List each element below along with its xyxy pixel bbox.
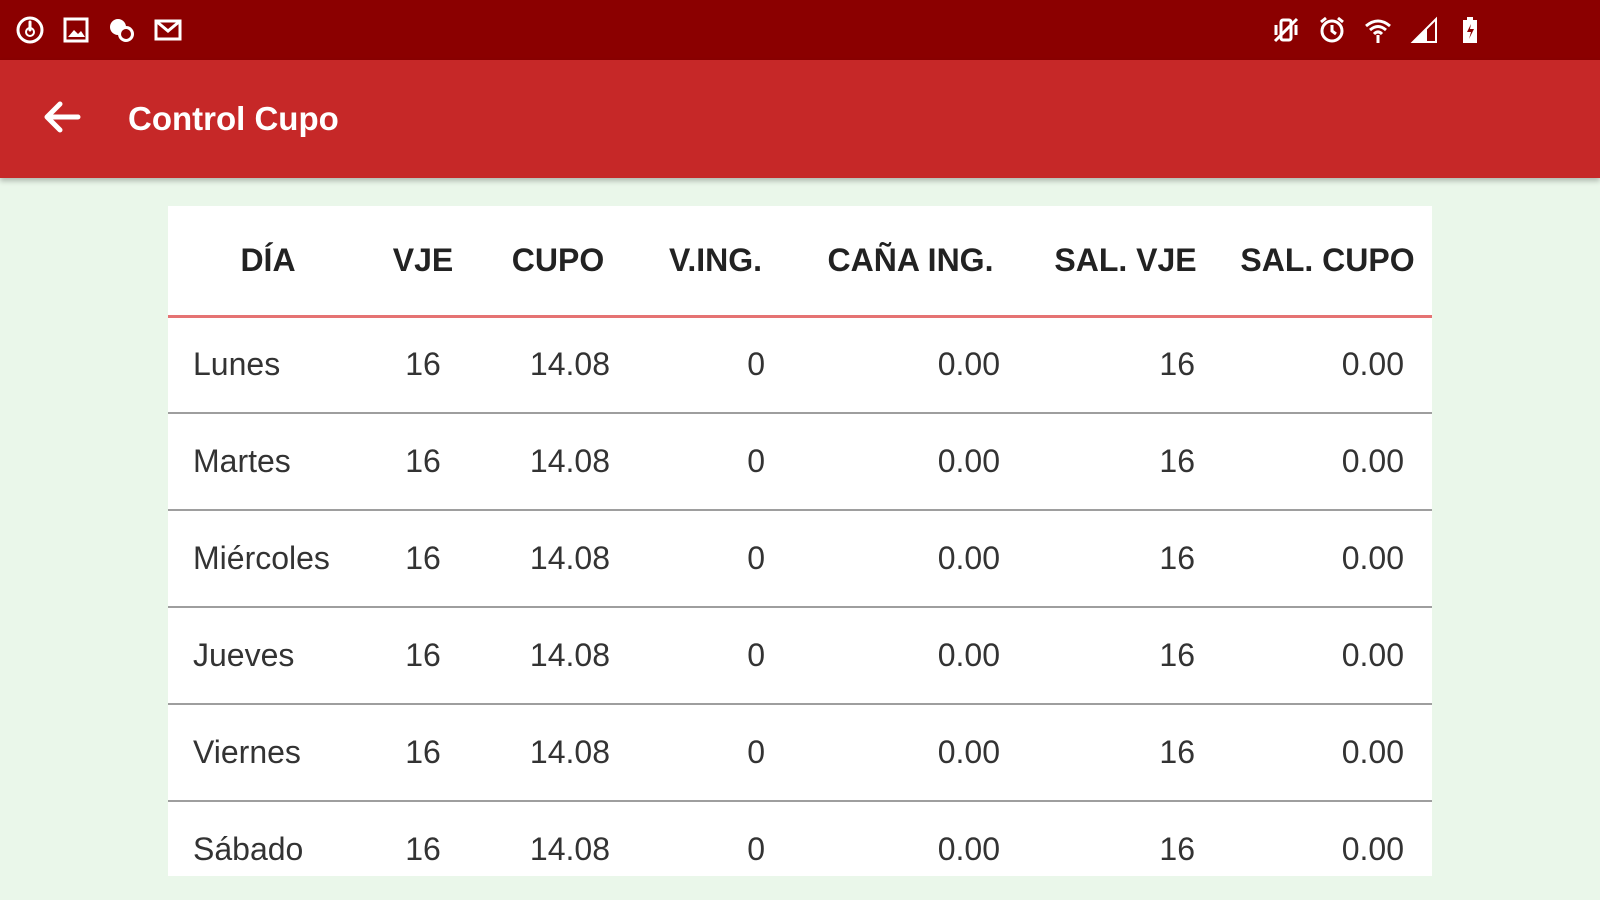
- cell-cana-ing: 0.00: [793, 413, 1028, 511]
- cell-sal-vje: 16: [1028, 413, 1223, 511]
- cell-dia: Viernes: [168, 704, 368, 802]
- cell-cupo: 14.08: [478, 704, 638, 802]
- status-right-icons: [1270, 14, 1486, 46]
- table-row[interactable]: Miércoles 16 14.08 0 0.00 16 0.00: [168, 510, 1432, 608]
- vibrate-icon: [1270, 14, 1302, 46]
- cell-dia: Martes: [168, 413, 368, 511]
- cell-v-ing: 0: [638, 704, 793, 802]
- cell-sal-vje: 16: [1028, 316, 1223, 414]
- cupo-table-card: DÍA VJE CUPO V.ING. CAÑA ING. SAL. VJE S…: [168, 206, 1432, 876]
- cell-sal-cupo: 0.00: [1223, 316, 1432, 414]
- header-sal-vje: SAL. VJE: [1028, 206, 1223, 318]
- cell-sal-cupo: 0.00: [1223, 607, 1432, 705]
- header-dia: DÍA: [168, 206, 368, 318]
- back-button[interactable]: [32, 89, 92, 149]
- cell-sal-cupo: 0.00: [1223, 801, 1432, 876]
- signal-icon: [1408, 14, 1440, 46]
- header-sal-cupo: SAL. CUPO: [1223, 206, 1432, 318]
- chat-bubbles-icon: [106, 14, 138, 46]
- cell-vje: 16: [368, 607, 478, 705]
- wifi-icon: [1362, 14, 1394, 46]
- cell-dia: Sábado: [168, 801, 368, 876]
- table-row[interactable]: Lunes 16 14.08 0 0.00 16 0.00: [168, 316, 1432, 414]
- cell-v-ing: 0: [638, 607, 793, 705]
- table-row[interactable]: Martes 16 14.08 0 0.00 16 0.00: [168, 413, 1432, 511]
- cell-cupo: 14.08: [478, 607, 638, 705]
- cell-vje: 16: [368, 704, 478, 802]
- mail-icon: [152, 14, 184, 46]
- cell-dia: Miércoles: [168, 510, 368, 608]
- cell-cupo: 14.08: [478, 413, 638, 511]
- header-v-ing: V.ING.: [638, 206, 793, 318]
- cell-vje: 16: [368, 413, 478, 511]
- cell-dia: Lunes: [168, 316, 368, 414]
- cell-cana-ing: 0.00: [793, 607, 1028, 705]
- table-row[interactable]: Jueves 16 14.08 0 0.00 16 0.00: [168, 607, 1432, 705]
- table-header-row: DÍA VJE CUPO V.ING. CAÑA ING. SAL. VJE S…: [168, 206, 1432, 318]
- table-row[interactable]: Sábado 16 14.08 0 0.00 16 0.00: [168, 801, 1432, 876]
- cell-sal-vje: 16: [1028, 704, 1223, 802]
- cell-cana-ing: 0.00: [793, 801, 1028, 876]
- app-bar: Control Cupo: [0, 60, 1600, 178]
- header-cana-ing: CAÑA ING.: [793, 206, 1028, 318]
- table-row[interactable]: Viernes 16 14.08 0 0.00 16 0.00: [168, 704, 1432, 802]
- header-vje: VJE: [368, 206, 478, 318]
- cell-sal-vje: 16: [1028, 510, 1223, 608]
- cell-dia: Jueves: [168, 607, 368, 705]
- arrow-back-icon: [38, 93, 86, 146]
- cell-sal-vje: 16: [1028, 801, 1223, 876]
- cell-sal-vje: 16: [1028, 607, 1223, 705]
- power-sync-icon: [14, 14, 46, 46]
- status-bar: [0, 0, 1600, 60]
- page-title: Control Cupo: [128, 100, 339, 137]
- cell-cupo: 14.08: [478, 801, 638, 876]
- image-icon: [60, 14, 92, 46]
- alarm-icon: [1316, 14, 1348, 46]
- cell-sal-cupo: 0.00: [1223, 704, 1432, 802]
- cell-cana-ing: 0.00: [793, 510, 1028, 608]
- cell-cana-ing: 0.00: [793, 704, 1028, 802]
- cell-v-ing: 0: [638, 413, 793, 511]
- cell-cupo: 14.08: [478, 316, 638, 414]
- cell-sal-cupo: 0.00: [1223, 510, 1432, 608]
- cell-vje: 16: [368, 801, 478, 876]
- header-cupo: CUPO: [478, 206, 638, 318]
- cell-v-ing: 0: [638, 801, 793, 876]
- cell-vje: 16: [368, 510, 478, 608]
- cell-vje: 16: [368, 316, 478, 414]
- cell-v-ing: 0: [638, 510, 793, 608]
- cupo-table: DÍA VJE CUPO V.ING. CAÑA ING. SAL. VJE S…: [168, 206, 1432, 876]
- cell-sal-cupo: 0.00: [1223, 413, 1432, 511]
- status-left-icons: [14, 14, 184, 46]
- cell-cana-ing: 0.00: [793, 316, 1028, 414]
- cell-cupo: 14.08: [478, 510, 638, 608]
- cell-v-ing: 0: [638, 316, 793, 414]
- battery-charging-icon: [1454, 14, 1486, 46]
